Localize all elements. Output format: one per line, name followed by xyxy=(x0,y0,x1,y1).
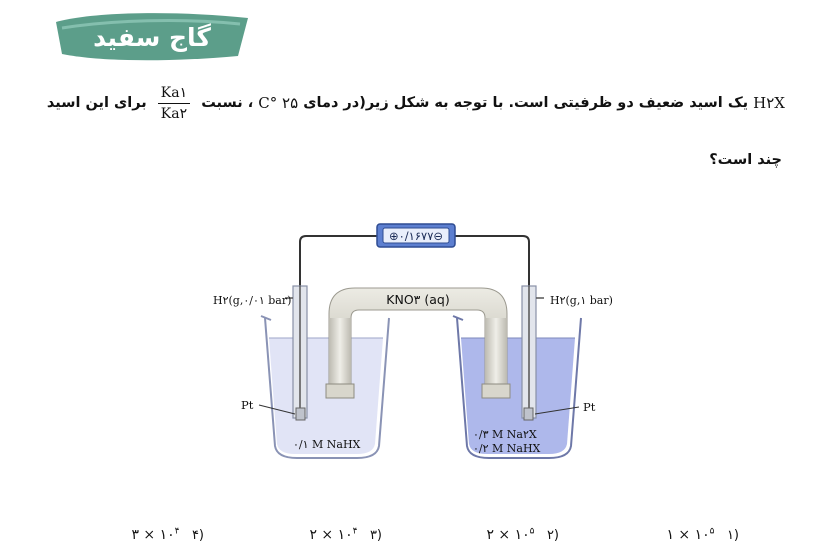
option-1-value: ۱ × ۱۰۵ xyxy=(666,526,715,543)
option-3-value: ۲ × ۱۰۴ xyxy=(309,526,358,543)
voltmeter: ⊕۰/۱۶۷۷⊖ xyxy=(376,223,456,248)
question-text-before: یک اسید ضعیف دو ظرفیتی است. با توجه به ش… xyxy=(303,95,749,111)
option-4-number: ۴) xyxy=(191,527,204,543)
left-pt-label: Pt xyxy=(241,398,254,412)
option-2-number: ۲) xyxy=(546,527,559,543)
logo-text: گاج سفید xyxy=(93,23,211,53)
voltmeter-reading: ⊕۰/۱۶۷۷⊖ xyxy=(389,229,443,243)
left-solution-label: ۰/۱ M NaHX xyxy=(293,438,361,451)
option-4[interactable]: ۳ × ۱۰۴ ۴) xyxy=(131,526,204,543)
ratio-denominator: Ka۲ xyxy=(160,105,188,122)
right-gas-label: H۲(g,۱ bar) xyxy=(550,294,613,307)
left-beaker xyxy=(260,315,390,459)
electrochemical-cell-diagram: ⊕۰/۱۶۷۷⊖ KNO۳ (aq) H۲(g,۰/۰۱ bar) H۲(g,۱… xyxy=(213,223,613,459)
option-3[interactable]: ۲ × ۱۰۴ ۳) xyxy=(309,526,382,543)
ka-ratio-fraction: Ka۱ Ka۲ xyxy=(157,84,191,123)
option-2-value: ۲ × ۱۰۵ xyxy=(486,526,535,543)
salt-bridge-label: KNO۳ (aq) xyxy=(386,292,449,307)
left-gas-label: H۲(g,۰/۰۱ bar) xyxy=(213,294,291,307)
option-3-number: ۳) xyxy=(369,527,382,543)
option-1[interactable]: ۱ × ۱۰۵ ۱) xyxy=(666,526,739,543)
option-4-value: ۳ × ۱۰۴ xyxy=(131,526,180,543)
brand-logo: گاج سفید xyxy=(56,13,248,61)
ratio-numerator: Ka۱ xyxy=(157,84,191,104)
right-pt-label: Pt xyxy=(583,400,596,414)
question-line-2: چند است؟ xyxy=(709,152,782,168)
question-formula: H۲X xyxy=(753,94,785,112)
question-text-mid: ، نسبت xyxy=(201,95,254,111)
question-line-1: H۲X یک اسید ضعیف دو ظرفیتی است. با توجه … xyxy=(40,80,785,126)
question-temperature: ۲۵ °C xyxy=(258,94,299,112)
option-2[interactable]: ۲ × ۱۰۵ ۲) xyxy=(486,526,559,543)
right-solution-label-1: ۰/۳ M Na۲X xyxy=(473,428,537,441)
question-text-after: برای این اسید xyxy=(46,95,147,111)
option-1-number: ۱) xyxy=(726,527,739,543)
right-solution-label-2: ۰/۲ M NaHX xyxy=(473,442,541,455)
